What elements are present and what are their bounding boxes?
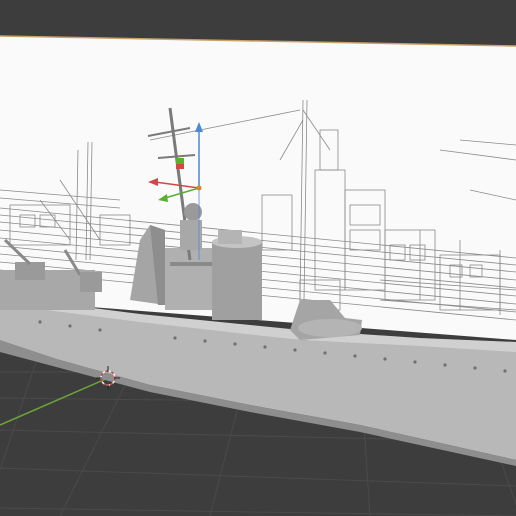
y-axis-line [0,377,109,426]
aft-gun-base [298,319,362,337]
main-funnel-top [218,230,242,244]
gizmo-red-handle[interactable] [176,164,184,169]
3d-viewport[interactable] [0,0,516,516]
main-funnel[interactable] [212,242,262,320]
viewport-scene[interactable] [0,0,516,516]
gizmo-green-handle[interactable] [176,158,184,164]
origin-point-icon[interactable] [196,185,202,191]
bow-gun-mount[interactable] [15,262,45,280]
bow-box [80,272,102,292]
